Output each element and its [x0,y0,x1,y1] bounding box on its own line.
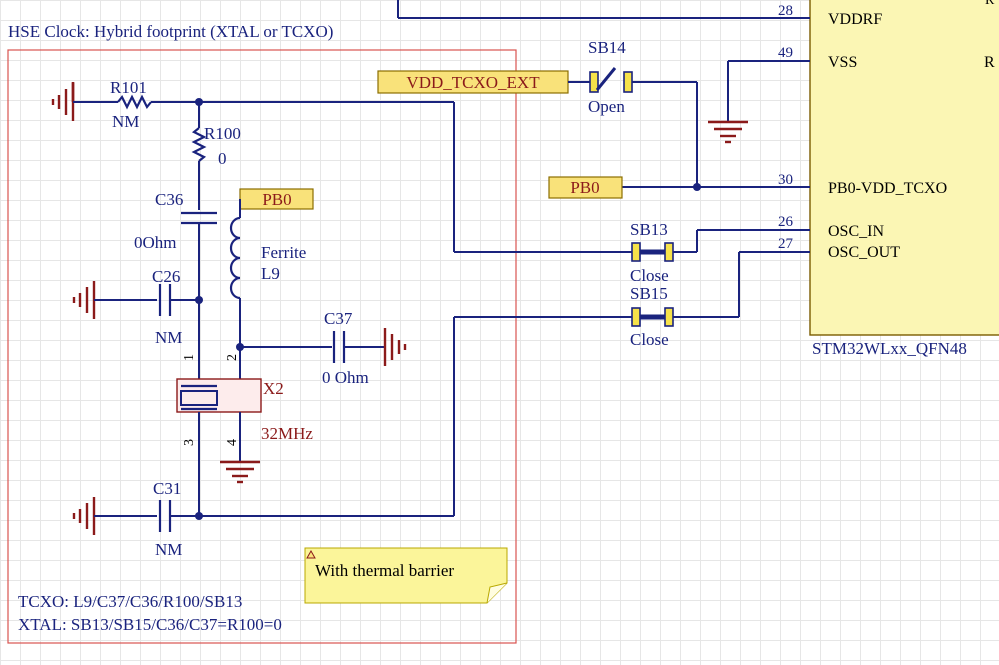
svg-text:PB0: PB0 [570,178,599,197]
note-thermal-barrier: With thermal barrier [304,547,508,604]
ground-symbol-x2 [220,460,260,484]
ground-symbol-c37 [383,328,407,366]
capacitor-c26 [158,284,172,316]
pin-26-number: 26 [778,214,794,230]
svg-text:VDD_TCXO_EXT: VDD_TCXO_EXT [406,73,540,92]
svg-text:PB0: PB0 [262,190,291,209]
junction-pb0 [693,183,701,191]
r101-ref: R101 [110,78,147,97]
ground-symbol-r101 [51,82,75,121]
pin-28-number: 28 [778,3,793,19]
capacitor-c31 [158,500,172,532]
x2-pin-2: 2 [225,354,240,361]
c37-value: 0 Ohm [322,368,369,387]
solder-bridge-sb14 [589,67,633,93]
capacitor-c36 [181,211,217,225]
pin-28-name: VDDRF [828,11,882,28]
pin-30-name: PB0-VDD_TCXO [828,180,947,197]
sb15-state: Close [630,330,669,349]
footer-line-2: XTAL: SB13/SB15/C36/C37=R100=0 [18,615,282,634]
l9-ref: L9 [261,264,280,283]
c31-ref: C31 [153,479,181,498]
ferrite-l9 [229,216,241,300]
footer-line-1: TCXO: L9/C37/C36/R100/SB13 [18,592,242,611]
r100-ref: R100 [204,124,241,143]
ground-symbol-c31 [72,497,96,535]
pin-27-name: OSC_OUT [828,244,900,261]
sb14-state: Open [588,97,625,116]
crystal-x2 [176,378,262,413]
pin-27-number: 27 [778,236,794,252]
x2-ref: X2 [263,379,284,398]
net-label-vdd-tcxo-ext: VDD_TCXO_EXT [377,70,569,94]
net-label-pb0-inner: PB0 [239,188,314,210]
sb13-ref: SB13 [630,220,668,239]
pin-49-number: 49 [778,45,793,61]
junction-c26 [195,296,203,304]
r101-value: NM [112,112,139,131]
capacitor-c37 [332,331,346,363]
x2-pin-1: 1 [182,354,197,361]
ground-symbol-c26 [72,281,96,319]
mcu-body [809,0,999,336]
pin-49-name: VSS [828,54,857,71]
sb15-ref: SB15 [630,284,668,303]
x2-pin-4: 4 [225,439,240,446]
solder-bridge-sb15 [631,307,674,327]
schematic-canvas: HSE Clock: Hybrid footprint (XTAL or TCX… [7,0,999,644]
pin-26-name: OSC_IN [828,223,884,240]
mcu-part-label: STM32WLxx_QFN48 [812,339,967,358]
resistor-r101 [117,94,152,110]
l9-value: Ferrite [261,243,306,262]
x2-pin-3: 3 [182,439,197,446]
resistor-r100 [191,127,207,162]
svg-text:With thermal barrier: With thermal barrier [315,561,454,580]
mcu-cut-text-right: R [984,54,995,71]
c31-value: NM [155,540,182,559]
solder-bridge-sb13 [631,242,674,262]
pin-30-number: 30 [778,172,793,188]
mcu-cut-text-top: R [985,0,995,8]
x2-value: 32MHz [261,424,313,443]
c36-value: 0Ohm [134,233,177,252]
ground-symbol-vss [708,120,748,144]
c37-ref: C37 [324,309,353,328]
block-title: HSE Clock: Hybrid footprint (XTAL or TCX… [8,22,333,41]
sb14-ref: SB14 [588,38,626,57]
r100-value: 0 [218,149,227,168]
c36-ref: C36 [155,190,183,209]
net-label-pb0-outer: PB0 [548,176,623,199]
sb13-state: Close [630,266,669,285]
c26-ref: C26 [152,267,180,286]
c26-value: NM [155,328,182,347]
